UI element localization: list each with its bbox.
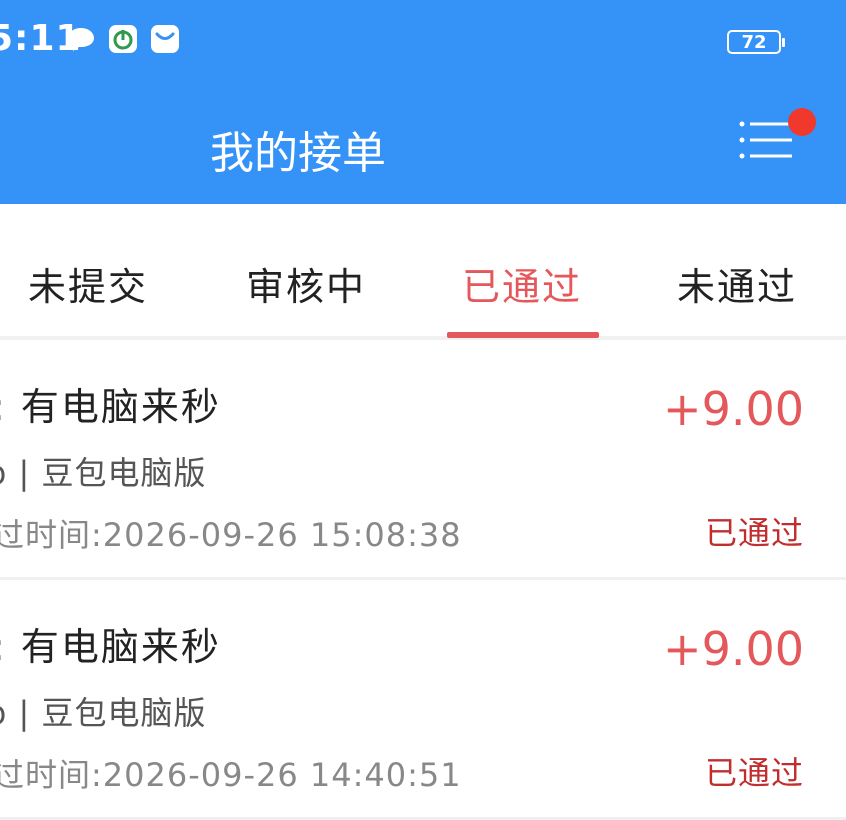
tab-unsubmitted[interactable]: 未提交	[28, 256, 148, 311]
order-title: : 有电脑来秒	[0, 385, 221, 429]
order-amount: +9.00	[663, 622, 804, 676]
page-title: 我的接单	[210, 128, 386, 179]
status-icons	[66, 24, 180, 54]
order-amount: +9.00	[663, 382, 804, 436]
battery-indicator: 72	[727, 30, 785, 54]
order-subtitle: b | 豆包电脑版	[0, 454, 207, 492]
app-header: 5:11 72 我的接单	[0, 0, 846, 204]
tab-under-review[interactable]: 审核中	[246, 256, 366, 311]
chat-bubble-icon	[68, 28, 94, 51]
status-tabs: 未提交 审核中 已通过 未通过	[0, 204, 846, 340]
tab-approved[interactable]: 已通过	[462, 256, 582, 311]
power-app-icon	[109, 25, 137, 53]
mail-icon	[151, 25, 179, 53]
order-status: 已通过	[704, 514, 804, 552]
active-tab-indicator	[447, 332, 599, 338]
order-subtitle: b | 豆包电脑版	[0, 694, 207, 732]
order-title: : 有电脑来秒	[0, 625, 221, 669]
order-card[interactable]: : 有电脑来秒 b | 豆包电脑版 过时间:2026-09-26 14:40:5…	[0, 580, 846, 820]
order-card[interactable]: : 有电脑来秒 b | 豆包电脑版 过时间:2026-09-26 15:08:3…	[0, 340, 846, 580]
notification-badge	[788, 108, 816, 136]
order-time: 过时间:2026-09-26 14:40:51	[0, 756, 462, 794]
order-time: 过时间:2026-09-26 15:08:38	[0, 516, 462, 554]
order-status: 已通过	[704, 754, 804, 792]
tab-rejected[interactable]: 未通过	[677, 256, 797, 311]
